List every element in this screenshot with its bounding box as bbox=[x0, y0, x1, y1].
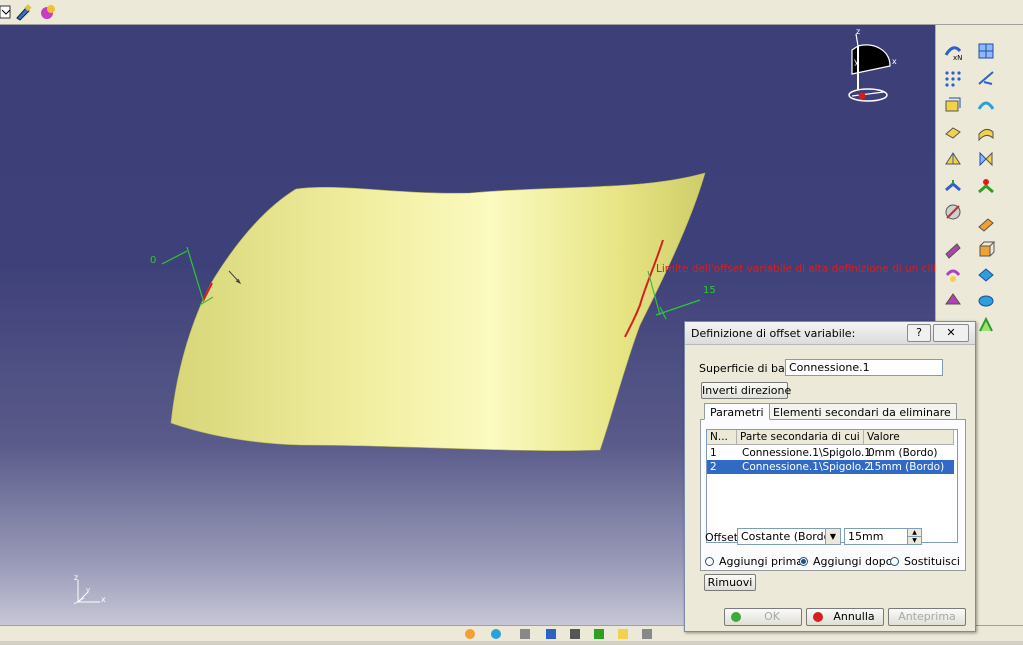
chevron-down-icon[interactable]: ▼ bbox=[825, 529, 840, 544]
brush-icon[interactable] bbox=[14, 2, 34, 22]
material-icon[interactable] bbox=[38, 2, 58, 22]
dialog-title: Definizione di offset variabile: bbox=[691, 327, 856, 340]
column-header-n[interactable]: N... bbox=[707, 430, 737, 445]
edge-annotation: Limite dell'offset variabile di alta def… bbox=[656, 263, 935, 275]
row-part: Connessione.1\Spigolo.1 bbox=[742, 447, 871, 459]
help-button[interactable]: ? bbox=[907, 324, 931, 342]
svg-text:xN: xN bbox=[953, 54, 962, 61]
extract-icon[interactable] bbox=[976, 176, 996, 196]
compass-y-label: y bbox=[854, 57, 859, 66]
fill-icon[interactable] bbox=[943, 122, 963, 142]
rotate-icon[interactable] bbox=[943, 265, 963, 285]
sketch-icon[interactable] bbox=[943, 202, 963, 222]
offset-mode-select[interactable]: Costante (Bordo) ▼ bbox=[737, 528, 841, 545]
remove-button[interactable]: Rimuovi bbox=[704, 574, 756, 591]
translate-icon[interactable] bbox=[943, 240, 963, 260]
cube-icon[interactable] bbox=[976, 240, 996, 260]
preview-button[interactable]: Anteprima bbox=[888, 608, 966, 626]
tab-parameters[interactable]: Parametri bbox=[704, 403, 770, 420]
radio-add-after-label[interactable]: Aggiungi dopo bbox=[813, 555, 892, 568]
cancel-icon bbox=[813, 612, 823, 622]
curve-icon[interactable] bbox=[976, 68, 996, 88]
base-surface-field[interactable]: Connessione.1 bbox=[785, 359, 943, 376]
compass-z-label: z bbox=[856, 27, 860, 36]
top-toolbar bbox=[0, 0, 1023, 25]
symmetry-icon[interactable] bbox=[976, 265, 996, 285]
compass-x-label: x bbox=[892, 57, 897, 66]
radio-add-before-label[interactable]: Aggiungi prima bbox=[719, 555, 803, 568]
sweep-icon[interactable] bbox=[943, 95, 963, 115]
offset-dialog: Definizione di offset variabile: ? ✕ Sup… bbox=[684, 321, 976, 632]
close-button[interactable]: ✕ bbox=[933, 324, 969, 342]
axis-triad-icon: z x y bbox=[73, 573, 106, 605]
row-part: Connessione.1\Spigolo.2 bbox=[742, 461, 871, 473]
list-item[interactable]: 1 Connessione.1\Spigolo.1 0mm (Bordo) bbox=[707, 446, 954, 460]
list-item-selected[interactable]: 2 Connessione.1\Spigolo.2 15mm (Bordo) bbox=[707, 460, 954, 474]
triad-z-label: z bbox=[74, 573, 78, 582]
dimension-left-value[interactable]: 0 bbox=[150, 255, 156, 266]
edges-list[interactable]: N... Parte secondaria di cui ... Valore … bbox=[706, 429, 958, 543]
radio-add-after[interactable] bbox=[799, 557, 808, 566]
row-value: 15mm (Bordo) bbox=[868, 461, 945, 473]
scale-icon[interactable] bbox=[943, 290, 963, 310]
triad-y-label: y bbox=[86, 586, 90, 594]
plane-icon[interactable] bbox=[976, 215, 996, 235]
split-icon[interactable] bbox=[976, 149, 996, 169]
row-value: 0mm (Bordo) bbox=[868, 447, 938, 459]
offset-mode-value: Costante (Bordo) bbox=[741, 530, 835, 543]
points-icon[interactable] bbox=[943, 68, 963, 88]
tab-secondary-elements[interactable]: Elementi secondari da eliminare bbox=[767, 403, 957, 419]
row-number: 1 bbox=[710, 447, 717, 459]
radio-replace[interactable] bbox=[890, 557, 899, 566]
invert-direction-button[interactable]: Inverti direzione bbox=[701, 382, 791, 399]
ok-icon bbox=[731, 612, 741, 622]
ok-button[interactable]: OK bbox=[724, 608, 802, 626]
grid-icon[interactable] bbox=[976, 41, 996, 61]
cancel-button[interactable]: Annulla bbox=[806, 608, 884, 626]
column-header-value[interactable]: Valore bbox=[864, 430, 954, 445]
stepper-up-icon[interactable]: ▲ bbox=[907, 529, 921, 537]
stepper-down-icon[interactable]: ▼ bbox=[907, 537, 921, 544]
column-header-part[interactable]: Parte secondaria di cui ... bbox=[737, 430, 864, 445]
radio-replace-label[interactable]: Sostituisci bbox=[904, 555, 960, 568]
extrude-icon[interactable]: xN bbox=[943, 41, 963, 62]
offset-value-stepper[interactable]: 15mm ▲ ▼ bbox=[844, 528, 922, 545]
ok-label: OK bbox=[764, 610, 780, 623]
blend-icon[interactable] bbox=[943, 149, 963, 169]
dialog-titlebar[interactable]: Definizione di offset variabile: ? ✕ bbox=[685, 322, 975, 345]
arc-icon[interactable] bbox=[976, 95, 996, 115]
radio-add-before[interactable] bbox=[705, 557, 714, 566]
affinity-icon[interactable] bbox=[976, 290, 996, 310]
offset-value: 15mm bbox=[848, 530, 884, 543]
transform-icon[interactable] bbox=[976, 315, 996, 335]
join-icon[interactable] bbox=[943, 176, 963, 196]
compass[interactable]: z y x bbox=[848, 27, 897, 102]
dimension-right-value[interactable]: 15 bbox=[703, 285, 716, 296]
offset-surface[interactable] bbox=[170, 172, 706, 451]
row-number: 2 bbox=[710, 461, 717, 473]
cancel-label: Annulla bbox=[833, 610, 875, 623]
triad-x-label: x bbox=[101, 595, 106, 604]
offset-icon[interactable] bbox=[976, 122, 996, 142]
